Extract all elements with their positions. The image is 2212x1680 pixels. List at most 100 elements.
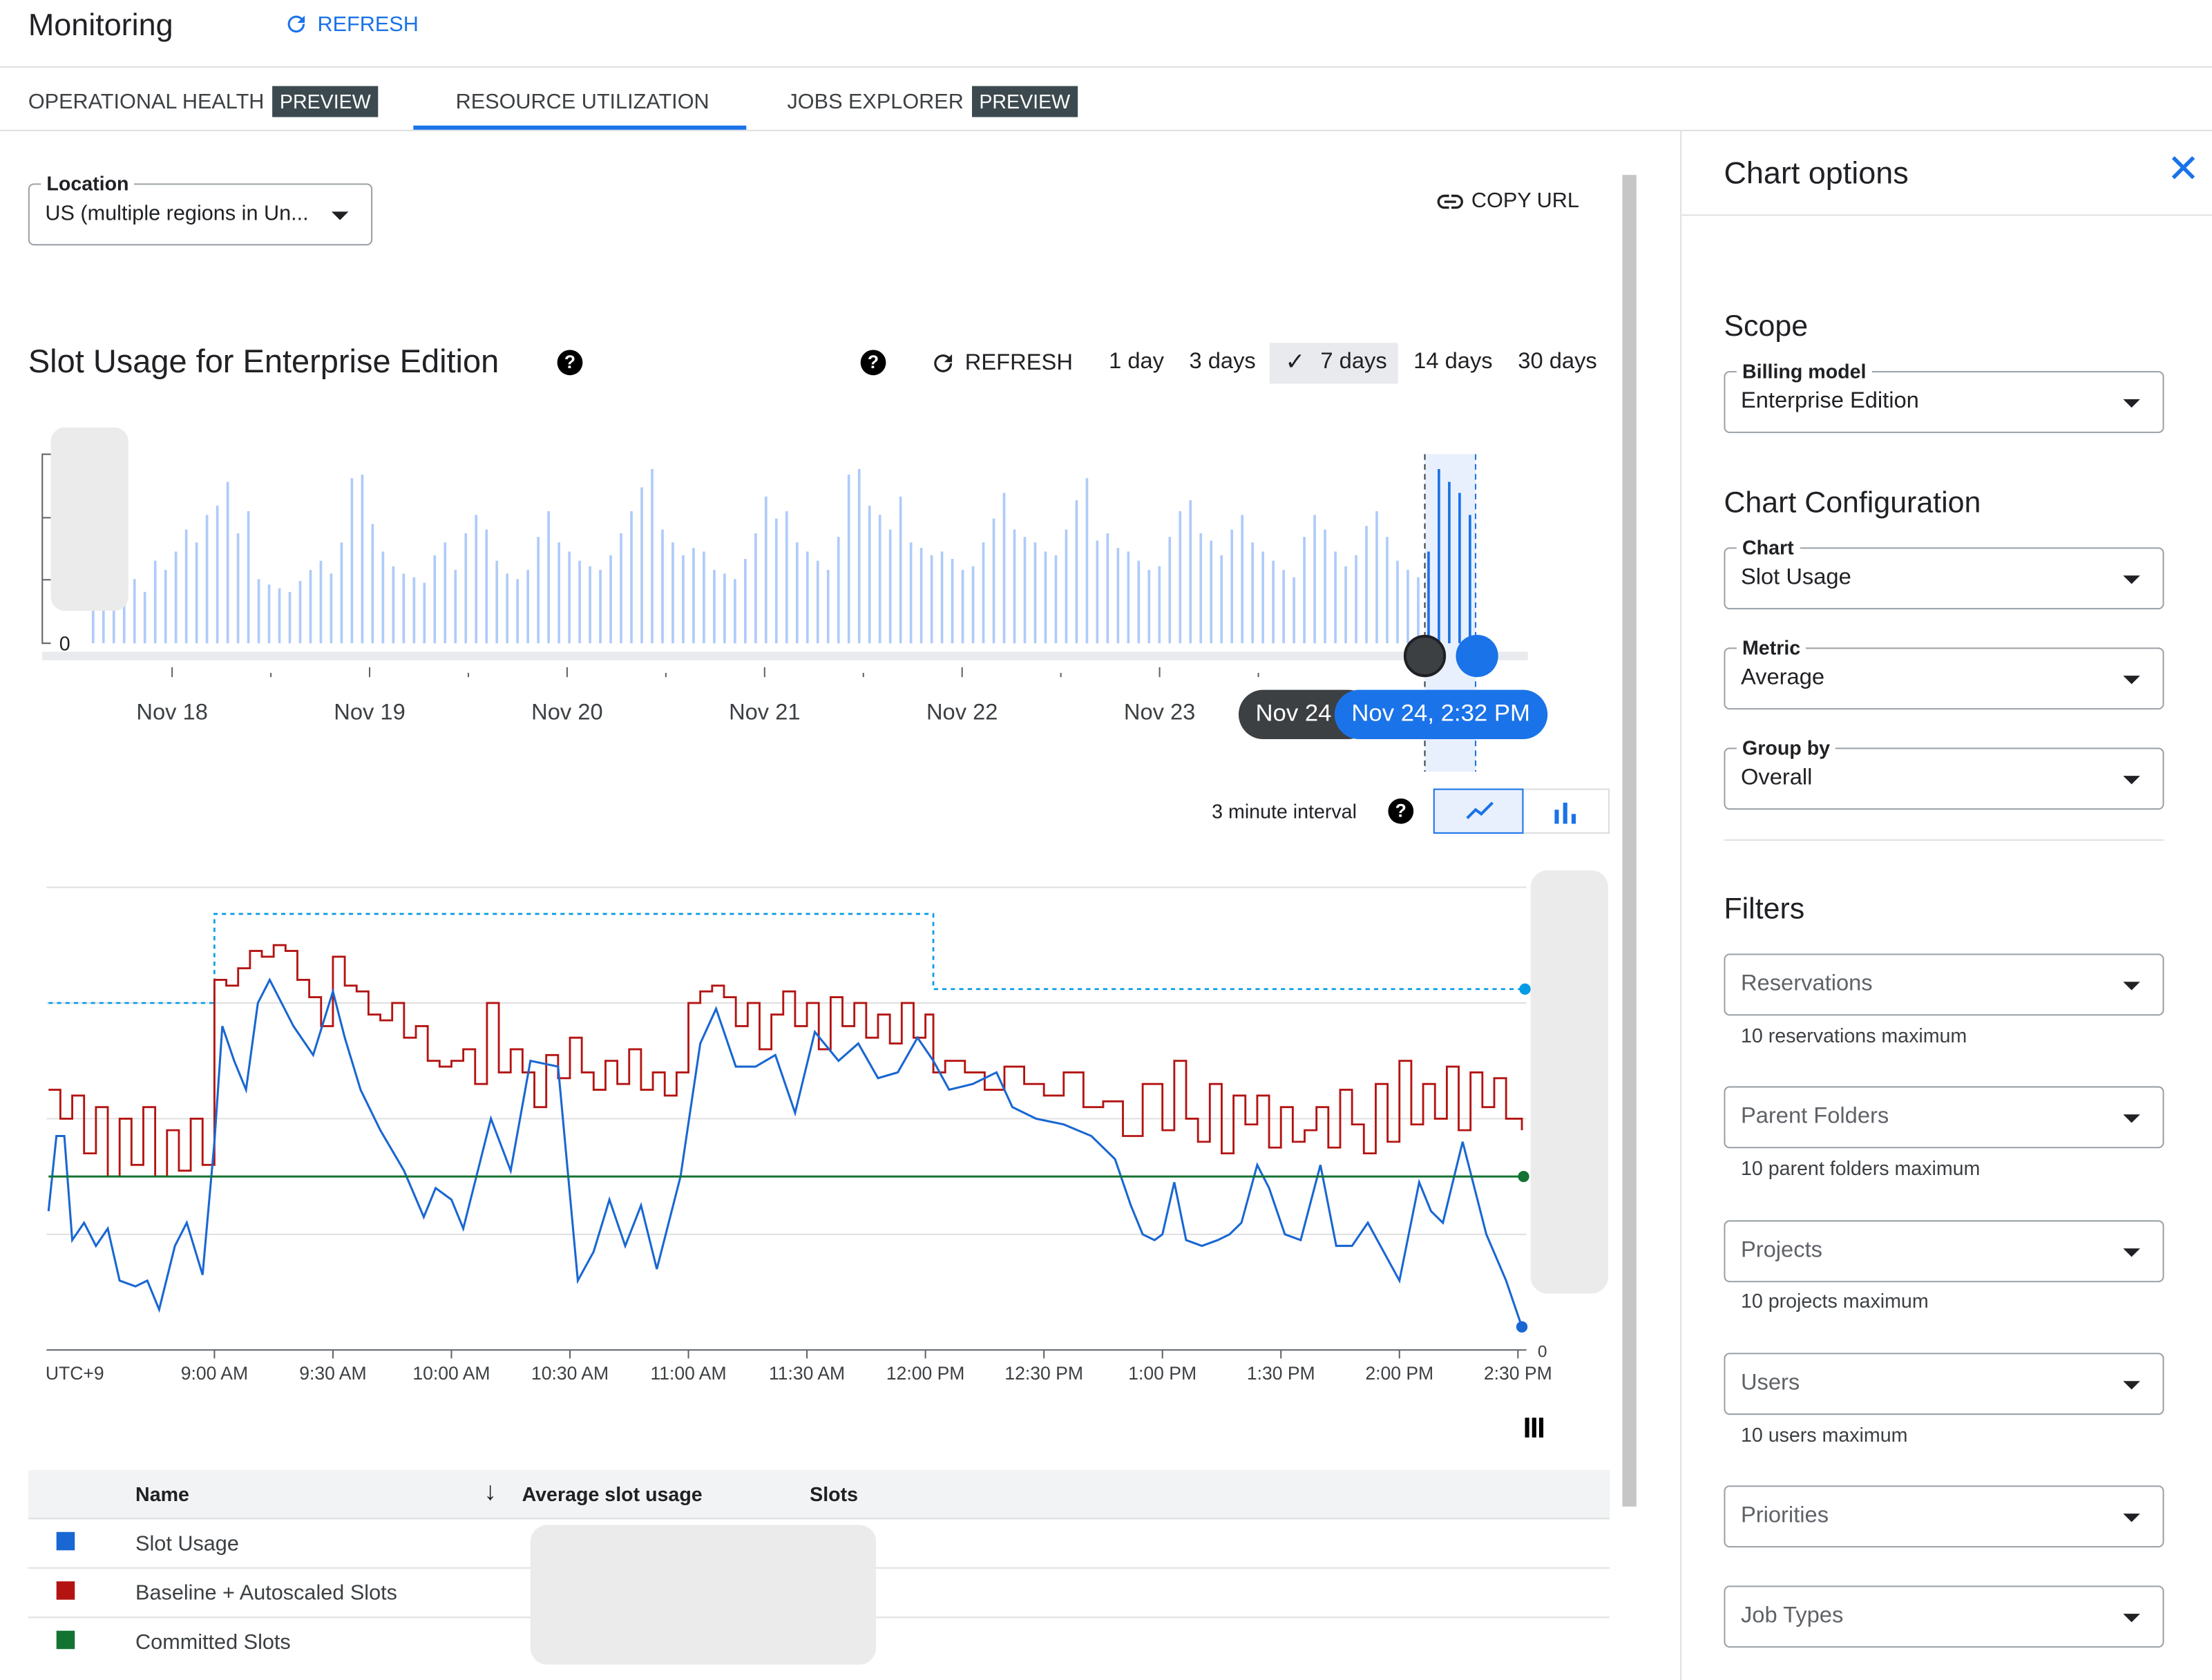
overview-bar [1469,515,1471,644]
overview-bar [423,582,426,644]
overview-track [42,651,1528,660]
columns-icon[interactable] [1523,1416,1546,1439]
overview-bar [1158,566,1161,644]
overview-bar [1189,500,1192,644]
overview-bar [236,533,240,644]
tab-jobs-explorer[interactable]: JOBS EXPLORER PREVIEW [787,85,1078,119]
overview-bar [402,573,406,644]
overview-bar [1230,529,1234,644]
overview-bar [1241,515,1244,644]
filter-hint: 10 reservations maximum [1740,1024,1967,1047]
divider [0,129,2212,131]
field-label: Group by [1736,736,1836,759]
series-name: Baseline + Autoscaled Slots [135,1581,397,1605]
overview-bar [1324,529,1326,644]
help-icon[interactable]: ? [1388,798,1414,824]
overview-bar [919,548,923,644]
range-7-days[interactable]: ✓ 7 days [1269,343,1398,384]
filter-placeholder: Users [1740,1371,1800,1395]
selection-start-handle[interactable] [1403,634,1447,678]
interval-label: 3 minute interval [1212,799,1357,823]
column-name[interactable]: Name [135,1482,189,1505]
slot-usage-line [47,977,1523,1328]
parent-folders-filter[interactable]: Parent Folders [1724,1086,2164,1149]
overview-bar [392,566,395,644]
metric-select[interactable]: Metric Average [1724,636,2164,710]
legend-table-header: Name ↓ Average slot usage Slots [28,1469,1610,1520]
range-30-days[interactable]: 30 days [1518,350,1596,375]
color-swatch [56,1581,75,1600]
range-14-days[interactable]: 14 days [1413,350,1492,375]
overview-bar [951,559,954,644]
job-types-filter[interactable]: Job Types [1724,1585,2164,1648]
chevron-down-icon [2123,1614,2140,1623]
overview-bar [537,537,540,644]
tab-operational-health[interactable]: OPERATIONAL HEALTH PREVIEW [28,85,378,119]
x-tick-label: 10:30 AM [531,1363,609,1384]
overview-bar [982,542,985,644]
overview-bar [112,607,115,644]
bar-chart-toggle[interactable] [1523,788,1610,834]
overview-bar [454,570,457,644]
filter-placeholder: Parent Folders [1740,1104,1889,1129]
overview-bar [381,551,385,644]
overview-bar [940,551,944,644]
location-select[interactable]: Location US (multiple regions in Un... [28,172,373,246]
overview-bar [640,487,643,644]
chart-select[interactable]: Chart Slot Usage [1724,535,2164,610]
overview-bar [433,555,437,644]
bar-chart-icon [1554,802,1576,824]
overview-bar [785,511,788,644]
help-icon[interactable]: ? [557,350,583,376]
x-tick-label: 1:00 PM [1128,1363,1196,1384]
overview-bar [568,551,571,644]
users-filter[interactable]: Users [1724,1353,2164,1415]
column-slots[interactable]: Slots [810,1482,858,1505]
overview-bar [1085,478,1089,644]
overview-bar [371,524,374,644]
divider [1724,839,2164,841]
x-tick-label: 11:30 AM [769,1363,845,1384]
tab-resource-utilization[interactable]: RESOURCE UTILIZATION [456,85,709,119]
header-refresh-button[interactable]: REFRESH [283,11,419,37]
overview-bar [971,566,975,644]
scrollbar[interactable] [1622,175,1637,1507]
copy-url-button[interactable]: COPY URL [1436,189,1579,213]
priorities-filter[interactable]: Priorities [1724,1485,2164,1548]
overview-bar [578,560,581,644]
chart-refresh-button[interactable]: REFRESH [930,350,1073,376]
range-3-days[interactable]: 3 days [1189,350,1255,375]
overview-bar [319,560,323,644]
overview-bar [1147,570,1151,644]
close-icon[interactable]: ✕ [2167,149,2200,189]
overview-bar [1396,560,1399,644]
overview-bar [133,579,136,644]
slot-usage-chart[interactable]: 0 UTC+9 9:00 AM 9:30 AM 10:00 AM 10:30 AM 11:0… [0,846,1622,1396]
field-value: Enterprise Edition [1740,389,1919,414]
arrow-down-icon[interactable]: ↓ [484,1477,496,1507]
scope-heading: Scope [1724,310,1809,343]
billing-model-select[interactable]: Billing model Enterprise Edition [1724,359,2164,433]
overview-bar [547,511,550,644]
overview-bar [1375,511,1378,644]
projects-filter[interactable]: Projects [1724,1220,2164,1283]
values-placeholder [530,1525,877,1665]
overview-bar [475,515,478,644]
selection-end-handle[interactable] [1456,634,1498,678]
overview-bar [992,518,995,644]
refresh-label: REFRESH [317,12,419,37]
overview-bar [216,506,219,644]
reservations-filter[interactable]: Reservations [1724,953,2164,1016]
y-tick-label: 0 [1538,1343,1547,1362]
overview-bar [1448,481,1451,644]
group-by-select[interactable]: Group by Overall [1724,736,2164,810]
column-average[interactable]: Average slot usage [522,1482,703,1505]
overview-bar [195,542,198,644]
y-axis [41,453,51,645]
range-1-day[interactable]: 1 day [1109,350,1164,375]
help-icon[interactable]: ? [860,350,886,376]
overview-bar [267,584,271,644]
preview-badge: PREVIEW [272,86,378,117]
filter-placeholder: Reservations [1740,972,1873,996]
line-chart-toggle[interactable] [1433,788,1524,834]
